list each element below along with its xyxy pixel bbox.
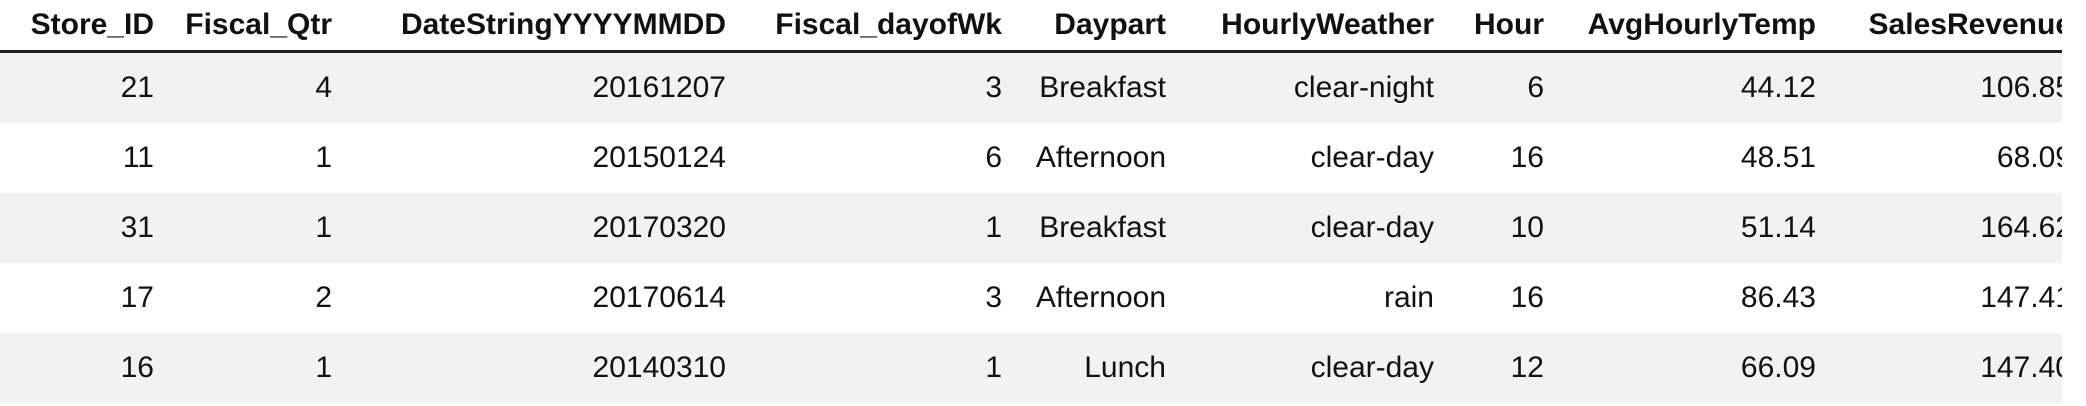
dataframe-output: Store_ID Fiscal_Qtr DateStringYYYYMMDD F… <box>0 0 2086 406</box>
cell-store-id: 21 <box>0 51 168 123</box>
right-margin <box>2062 0 2086 406</box>
cell-store-id: 11 <box>0 123 168 193</box>
cell-fiscal-qtr: 2 <box>168 263 346 333</box>
cell-hourly-weather: clear-day <box>1180 193 1448 263</box>
column-header-hourly-weather: HourlyWeather <box>1180 0 1448 53</box>
cell-hour: 16 <box>1448 263 1558 333</box>
cell-avg-hourly-temp: 51.14 <box>1558 193 1830 263</box>
column-header-avg-hourly-temp: AvgHourlyTemp <box>1558 0 1830 53</box>
column-header-fiscal-qtr: Fiscal_Qtr <box>168 0 346 53</box>
cell-fiscal-dayofwk: 3 <box>740 51 1016 123</box>
table-header: Store_ID Fiscal_Qtr DateStringYYYYMMDD F… <box>0 0 2086 53</box>
cell-sales-revenue: 147.40 <box>1830 333 2086 403</box>
cell-fiscal-dayofwk: 1 <box>740 333 1016 403</box>
cell-hourly-weather: clear-day <box>1180 123 1448 193</box>
cell-daypart: Breakfast <box>1016 193 1180 263</box>
cell-fiscal-dayofwk: 1 <box>740 193 1016 263</box>
cell-sales-revenue: 106.85 <box>1830 51 2086 123</box>
column-header-hour: Hour <box>1448 0 1558 53</box>
table-row: 21 4 20161207 3 Breakfast clear-night 6 … <box>0 51 2086 123</box>
cell-hour: 6 <box>1448 51 1558 123</box>
table-row: 11 1 20150124 6 Afternoon clear-day 16 4… <box>0 123 2086 193</box>
column-header-sales-revenue: SalesRevenue <box>1830 0 2086 53</box>
cell-avg-hourly-temp: 48.51 <box>1558 123 1830 193</box>
cell-daypart: Afternoon <box>1016 123 1180 193</box>
cell-fiscal-dayofwk: 3 <box>740 263 1016 333</box>
cell-sales-revenue: 147.41 <box>1830 263 2086 333</box>
cell-hour: 16 <box>1448 123 1558 193</box>
cell-hourly-weather: clear-night <box>1180 51 1448 123</box>
cell-date-string: 20150124 <box>346 123 740 193</box>
cell-hour: 10 <box>1448 193 1558 263</box>
cell-fiscal-qtr: 1 <box>168 123 346 193</box>
cell-hourly-weather: clear-day <box>1180 333 1448 403</box>
cell-avg-hourly-temp: 66.09 <box>1558 333 1830 403</box>
table-row: 31 1 20170320 1 Breakfast clear-day 10 5… <box>0 193 2086 263</box>
cell-avg-hourly-temp: 86.43 <box>1558 263 1830 333</box>
data-table: Store_ID Fiscal_Qtr DateStringYYYYMMDD F… <box>0 0 2086 403</box>
cell-store-id: 17 <box>0 263 168 333</box>
cell-sales-revenue: 164.62 <box>1830 193 2086 263</box>
cell-sales-revenue: 68.09 <box>1830 123 2086 193</box>
cell-fiscal-qtr: 1 <box>168 193 346 263</box>
column-header-fiscal-dayofwk: Fiscal_dayofWk <box>740 0 1016 53</box>
cell-avg-hourly-temp: 44.12 <box>1558 51 1830 123</box>
table-body: 21 4 20161207 3 Breakfast clear-night 6 … <box>0 51 2086 403</box>
column-header-date-string: DateStringYYYYMMDD <box>346 0 740 53</box>
cell-hour: 12 <box>1448 333 1558 403</box>
cell-store-id: 16 <box>0 333 168 403</box>
cell-date-string: 20170614 <box>346 263 740 333</box>
cell-fiscal-qtr: 1 <box>168 333 346 403</box>
cell-fiscal-qtr: 4 <box>168 51 346 123</box>
cell-date-string: 20161207 <box>346 51 740 123</box>
cell-store-id: 31 <box>0 193 168 263</box>
table-row: 16 1 20140310 1 Lunch clear-day 12 66.09… <box>0 333 2086 403</box>
cell-date-string: 20170320 <box>346 193 740 263</box>
header-row: Store_ID Fiscal_Qtr DateStringYYYYMMDD F… <box>0 0 2086 53</box>
cell-daypart: Afternoon <box>1016 263 1180 333</box>
cell-date-string: 20140310 <box>346 333 740 403</box>
cell-hourly-weather: rain <box>1180 263 1448 333</box>
cell-daypart: Breakfast <box>1016 51 1180 123</box>
column-header-daypart: Daypart <box>1016 0 1180 53</box>
table-row: 17 2 20170614 3 Afternoon rain 16 86.43 … <box>0 263 2086 333</box>
cell-fiscal-dayofwk: 6 <box>740 123 1016 193</box>
column-header-store-id: Store_ID <box>0 0 168 53</box>
cell-daypart: Lunch <box>1016 333 1180 403</box>
